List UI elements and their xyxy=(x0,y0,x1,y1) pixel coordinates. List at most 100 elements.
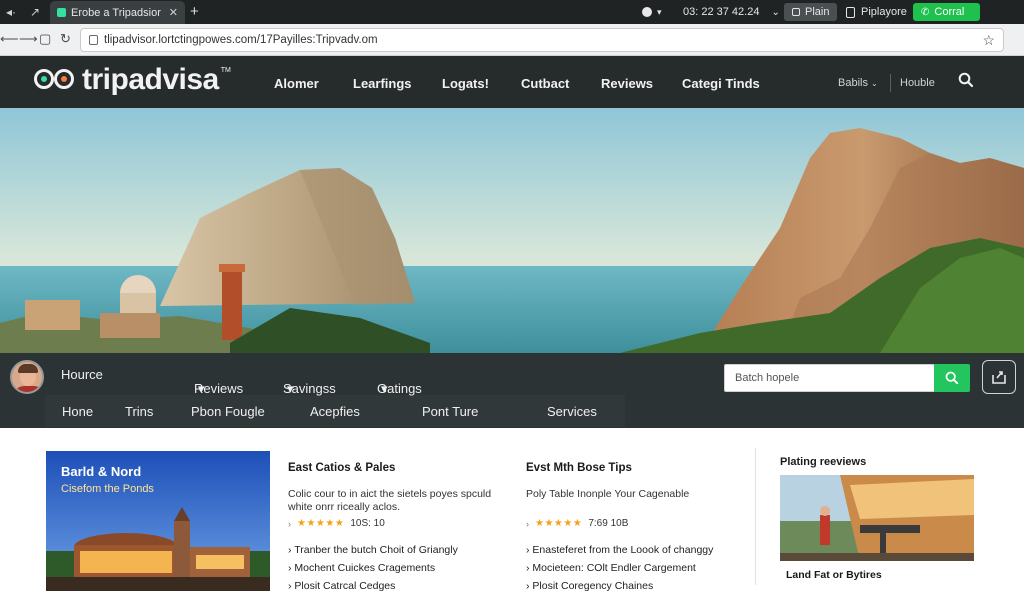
plan-label: Plain xyxy=(805,6,830,18)
browser-tab[interactable]: Erobe a Tripadsior ✕ xyxy=(50,1,185,24)
column-title[interactable]: Evst Mth Bose Tips xyxy=(526,462,746,474)
device-icon xyxy=(792,8,800,16)
list-item-label: Plosit Coregency Chaines xyxy=(532,580,654,592)
status-dot-menu[interactable]: ▾ xyxy=(642,0,662,24)
article-column-2: Evst Mth Bose Tips Poly Table Inonple Yo… xyxy=(526,462,746,595)
review-caption[interactable]: Land Fat or Bytires xyxy=(786,569,882,581)
chevron-down-icon: ▾ xyxy=(381,381,388,396)
site-header: tripadvisa TM Alomer Learfings Logats! C… xyxy=(0,56,1024,108)
rating-text: 10S: 10 xyxy=(350,518,385,529)
phone-icon xyxy=(846,6,855,18)
chevron-right-icon: › xyxy=(288,518,291,529)
houble-link[interactable]: Houble xyxy=(900,77,935,89)
review-photo[interactable] xyxy=(780,475,974,561)
search-icon xyxy=(945,371,959,385)
back-icon[interactable]: ⟵ xyxy=(0,31,19,47)
player-label: Piplayore xyxy=(861,6,907,18)
list-item-label: Tranber the butch Choit of Griangly xyxy=(294,544,458,556)
nav-item-reviews[interactable]: Reviews xyxy=(601,76,653,91)
subnav-item-pont-ture[interactable]: Pont Ture xyxy=(422,404,478,419)
search-input[interactable] xyxy=(724,364,934,392)
nav-item-learfings[interactable]: Learfings xyxy=(353,76,412,91)
list-item[interactable]: › Plosit Coregency Chaines xyxy=(526,577,746,595)
article-list: › Enasteferet from the Loook of changgy … xyxy=(526,541,746,595)
chevron-down-icon: ⌄ xyxy=(871,79,878,88)
url-bar[interactable]: tlipadvisor.lortctingpowes.com/17P̃ayill… xyxy=(80,28,1004,52)
clock-text: 03: 22 37 42.24 xyxy=(683,6,760,18)
plan-button[interactable]: Plain xyxy=(784,0,838,24)
list-item[interactable]: › Mochent Cuickes Cragements xyxy=(288,559,508,577)
forward-icon[interactable]: ↗ xyxy=(30,5,40,19)
list-item-label: Mocieteen: COlt Endler Cargement xyxy=(532,562,696,574)
chevron-down-icon: ▾ xyxy=(657,6,662,17)
article-list: › Tranber the butch Choit of Griangly › … xyxy=(288,541,508,595)
logo-trademark: TM xyxy=(220,67,231,74)
nav-item-alomer[interactable]: Alomer xyxy=(274,76,319,91)
hero-image xyxy=(0,108,1024,353)
subnav-item-hone[interactable]: Hone xyxy=(62,404,93,419)
nav-item-categi-tinds[interactable]: Categi Tinds xyxy=(682,76,760,91)
secondary-nav: Hource Reviews ▾ Savingss ▾ Gatings ▾ Hone … xyxy=(0,353,1024,428)
star-rating-icon: ★★★★★ xyxy=(297,518,345,529)
tab-icon[interactable]: ▢ xyxy=(39,31,51,47)
address-bar-row: ⟵ ⟶ ▢ ↻ tlipadvisor.lortctingpowes.com/1… xyxy=(0,24,1024,56)
phone-icon: ✆ xyxy=(921,6,930,18)
share-icon xyxy=(992,371,1006,384)
nav-item-cutbact[interactable]: Cutbact xyxy=(521,76,569,91)
featured-card[interactable]: Barld & Nord Cisefom the Ponds xyxy=(46,451,270,591)
logo-wordmark: tripadvisa xyxy=(82,63,219,96)
tripadvisor-logo[interactable]: tripadvisa TM xyxy=(34,65,231,95)
card-title: Barld & Nord xyxy=(61,464,142,479)
chevron-down-icon: ▾ xyxy=(287,381,294,396)
content-area: Barld & Nord Cisefom the Ponds East Cati… xyxy=(0,428,1024,592)
rating-row: › ★★★★★ 10S: 10 xyxy=(288,518,508,529)
player-button[interactable]: Piplayore xyxy=(846,0,907,24)
search-icon[interactable] xyxy=(958,72,974,91)
clock: 03: 22 37 42.24 ⌄ xyxy=(683,0,780,24)
chevron-down-icon: ▾ xyxy=(198,381,205,396)
status-dot-icon xyxy=(642,7,652,17)
avatar[interactable] xyxy=(10,360,44,394)
subnav-item-services[interactable]: Services xyxy=(547,404,597,419)
control-button[interactable]: ✆ Corral xyxy=(913,0,980,24)
nav-item-logats[interactable]: Logats! xyxy=(442,76,489,91)
list-item[interactable]: › Plosit Catrcal Cedges xyxy=(288,577,508,595)
list-item[interactable]: › Tranber the butch Choit of Griangly xyxy=(288,541,508,559)
rating-text: 7:69 10B xyxy=(588,518,629,529)
babils-dropdown[interactable]: Babils ⌄ xyxy=(838,77,878,89)
back-arrow-icon[interactable]: ◂· xyxy=(6,5,16,19)
list-item-label: Enasteferet from the Loook of changgy xyxy=(532,544,714,556)
subnav-item-pbon-fougle[interactable]: Pbon Fougle xyxy=(191,404,265,419)
control-label: Corral xyxy=(934,6,965,18)
tab-close-icon[interactable]: ✕ xyxy=(169,6,178,19)
owl-logo-icon xyxy=(34,67,76,93)
column-description: Colic cour to in aict the sietels poyes … xyxy=(288,488,492,513)
column-title[interactable]: East Catios & Pales xyxy=(288,462,508,474)
subnav-item-acepfies[interactable]: Acepfies xyxy=(310,404,360,419)
subnav-item-trins[interactable]: Trins xyxy=(125,404,153,419)
new-tab-button[interactable]: + xyxy=(190,3,199,20)
column-description: Poly Table Inonple Your Cagenable xyxy=(526,488,690,500)
list-item-label: Plosit Catrcal Cedges xyxy=(294,580,396,592)
browser-tab-bar: ◂· ↗ Erobe a Tripadsior ✕ + ▾ 03: 22 37 … xyxy=(0,0,1024,24)
list-item[interactable]: › Mocieteen: COlt Endler Cargement xyxy=(526,559,746,577)
share-button[interactable] xyxy=(982,360,1016,394)
star-rating-icon: ★★★★★ xyxy=(535,518,583,529)
site-search xyxy=(724,364,970,392)
list-item-label: Mochent Cuickes Cragements xyxy=(294,562,436,574)
tab-title: Erobe a Tripadsior xyxy=(71,6,161,19)
reload-icon[interactable]: ↻ xyxy=(60,31,71,47)
subnav-item-hource[interactable]: Hource xyxy=(61,367,103,382)
rating-row: › ★★★★★ 7:69 10B xyxy=(526,518,746,529)
page-info-icon[interactable] xyxy=(89,35,98,45)
bookmark-star-icon[interactable]: ☆ xyxy=(982,32,995,49)
sidebar-title: Plating reeviews xyxy=(780,456,867,468)
babils-label: Babils xyxy=(838,77,868,89)
search-button[interactable] xyxy=(934,364,970,392)
column-divider xyxy=(755,448,756,585)
list-item[interactable]: › Enasteferet from the Loook of changgy xyxy=(526,541,746,559)
forward-icon[interactable]: ⟶ xyxy=(19,31,38,47)
header-divider xyxy=(890,74,891,92)
url-text[interactable]: tlipadvisor.lortctingpowes.com/17P̃ayill… xyxy=(104,34,976,46)
chevron-down-icon[interactable]: ⌄ xyxy=(771,7,779,18)
